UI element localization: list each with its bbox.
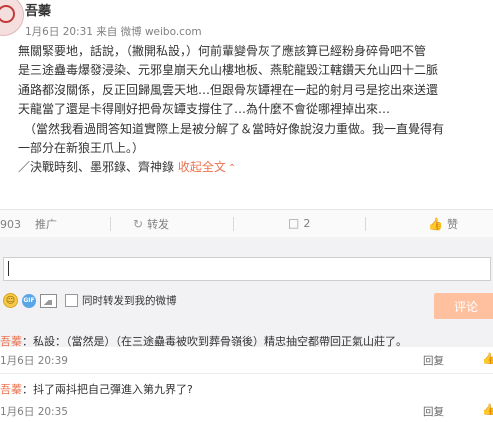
promote-count: 903 [0,217,21,231]
collapse-link[interactable]: 收起全文 [178,160,226,174]
comment-text: ：抖了兩抖把自己彈進入第九界了? [22,383,193,396]
comment-text: ：私設：（當然是）（在三途蠱毒被吹到葬骨嶺後）精忠抽空都帶回正氣山莊了。 [22,335,407,348]
repost-label: 转发 [147,218,170,231]
text-caret [8,261,9,276]
also-repost-checkbox[interactable] [65,294,78,307]
reply-button[interactable]: 回复 [423,353,444,368]
comment-input[interactable] [3,257,491,281]
avatar[interactable] [0,0,24,36]
divider [0,373,493,374]
author-name[interactable]: 吾蓁 [25,0,51,19]
image-icon[interactable] [40,293,57,308]
reply-button[interactable]: 回复 [423,404,444,419]
emoji-icon[interactable]: ☺ [3,293,18,308]
action-bar: 903 推广 ↻ 转发 □ 2 👍 赞 [0,209,493,239]
divider [110,217,111,231]
post-meta: 1月6日 20:31 来自 微博 weibo.com [25,26,202,38]
submit-comment-button[interactable]: 评论 [434,293,493,319]
like-button[interactable]: 👍 赞 [428,216,458,232]
like-label: 赞 [446,218,458,231]
thumbs-up-icon: 👍 [428,217,443,231]
chevron-up-icon[interactable]: ⌃ [228,159,236,178]
comment-time: 1月6日 20:39 [0,355,68,367]
post-text: 無關緊要地，話說，（撇開私設，）何前輩變骨灰了應該算已經粉身碎骨吧不管 是三途蠱… [18,42,488,179]
divider [365,217,366,231]
comment-time: 1月6日 20:35 [0,406,68,418]
divider [233,217,234,231]
repost-button[interactable]: ↻ 转发 [133,216,169,232]
post-line: （當然我看過問答知道實際上是被分解了＆當時好像說沒力重做。我一直覺得有 [24,121,445,136]
comment-author[interactable]: 吾蓁 [0,335,22,348]
comment-icon: □ [288,216,300,230]
post-line: 一部分在新狼王爪上。） [18,141,145,156]
post-line: 無關緊要地，話說，（撇開私設，）何前輩變骨灰了應該算已經粉身碎骨吧不管 [18,44,427,58]
post-tags: ／決戰時刻、墨邪錄、齊神錄 [18,160,175,175]
comment-like-icon[interactable]: 👍 [482,403,493,416]
compose-tools: ☺ GIF 同时转发到我的微博 [3,293,177,308]
also-repost-label: 同时转发到我的微博 [82,295,177,307]
post-tags-line: ／決戰時刻、墨邪錄、齊神錄 收起全文 ⌃ [18,158,488,178]
promote-label: 推广 [35,218,57,231]
comment-like-icon[interactable]: 👍 [482,352,493,365]
post-line: 天龍當了還是卡得剛好把骨灰罈支撐住了…為什麼不會從哪裡掉出來… [18,102,391,117]
gif-icon[interactable]: GIF [22,293,36,308]
comment-author[interactable]: 吾蓁 [0,383,22,396]
post-line: 是三途蠱毒爆發浸染、元邪皇崩天允山樓地板、燕駝龍毀江轄鑽天允山四十二脈 [18,63,439,78]
post-line: 通路都沒關係，反正回歸風雲天地…但跟骨灰罈裡在一起的射月弓是挖出來送還 [18,82,439,97]
comment-button[interactable]: □ 2 [288,216,310,230]
comment-compose: ☺ GIF 同时转发到我的微博 评论 [0,237,493,347]
comment-count: 2 [303,216,311,230]
repost-icon: ↻ [133,217,144,231]
promote-button[interactable]: 903 推广 [0,216,57,232]
